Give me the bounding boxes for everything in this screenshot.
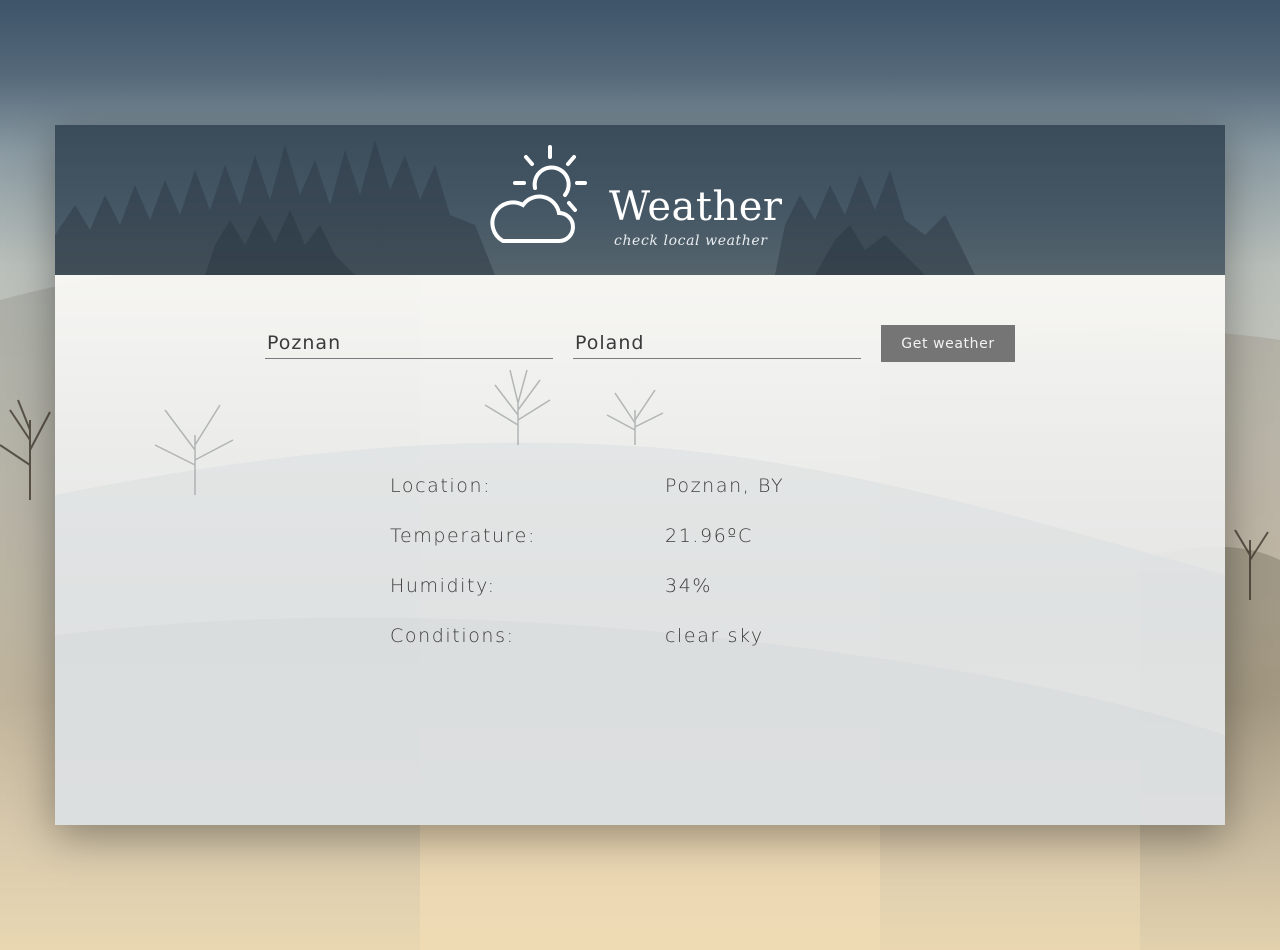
- card-header: Weather check local weather: [55, 125, 1225, 275]
- location-value: Poznan, BY: [665, 475, 785, 497]
- result-row-humidity: Humidity: 34%: [390, 575, 890, 625]
- conditions-label: Conditions:: [390, 625, 515, 647]
- humidity-label: Humidity:: [390, 575, 496, 597]
- get-weather-button[interactable]: Get weather: [881, 325, 1015, 362]
- result-row-conditions: Conditions: clear sky: [390, 625, 890, 675]
- city-input[interactable]: [265, 327, 553, 359]
- brand: Weather check local weather: [485, 143, 805, 253]
- country-input[interactable]: [573, 327, 861, 359]
- weather-results: Location: Poznan, BY Temperature: 21.96º…: [390, 475, 890, 675]
- result-row-temperature: Temperature: 21.96ºC: [390, 525, 890, 575]
- app-title: Weather: [609, 184, 783, 230]
- sun-behind-cloud-icon: [490, 145, 587, 243]
- conditions-value: clear sky: [665, 625, 764, 647]
- humidity-value: 34%: [665, 575, 713, 597]
- location-label: Location:: [390, 475, 492, 497]
- app-subtitle: check local weather: [614, 233, 768, 249]
- result-row-location: Location: Poznan, BY: [390, 475, 890, 525]
- card-body: Get weather Location: Poznan, BY Tempera…: [55, 275, 1225, 825]
- weather-card: Weather check local weather Get weather …: [55, 125, 1225, 825]
- temperature-label: Temperature:: [390, 525, 536, 547]
- temperature-value: 21.96ºC: [665, 525, 753, 547]
